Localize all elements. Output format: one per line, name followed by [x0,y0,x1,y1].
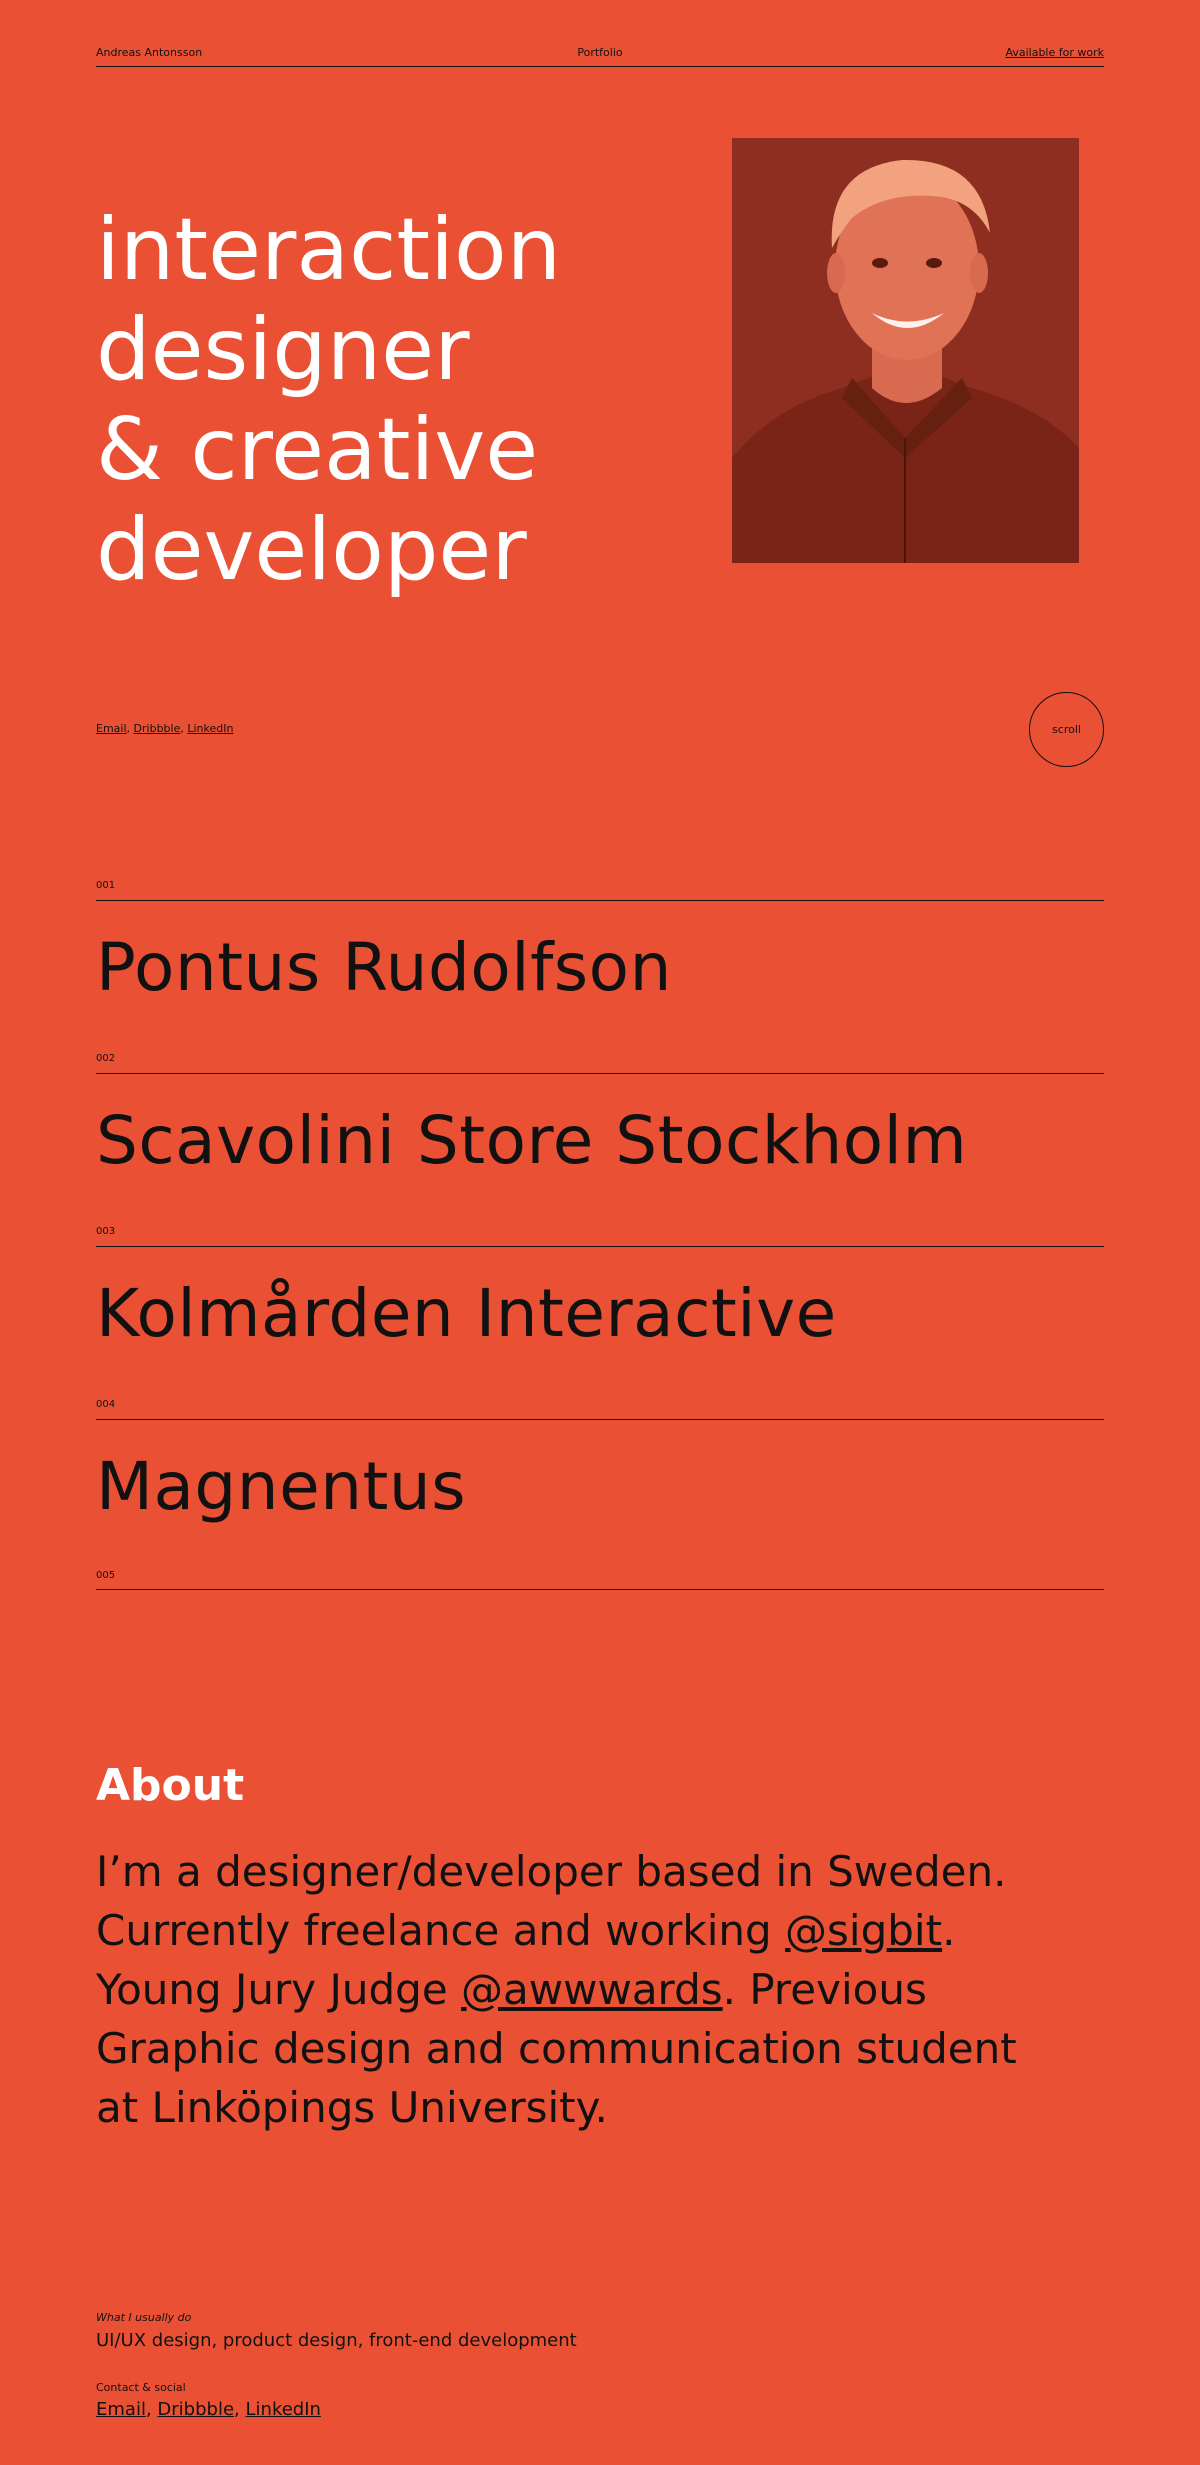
contact-label: Contact & social [96,2381,186,2394]
divider [96,1419,1104,1420]
separator: , [234,2399,240,2420]
project-item[interactable]: 003 Kolmården Interactive [96,1222,1104,1395]
scroll-button[interactable]: scroll [1029,692,1104,767]
projects-end: 005 [96,1570,1104,1590]
project-number: 001 [96,880,116,891]
top-bar: Andreas Antonsson Portfolio Available fo… [96,46,1104,67]
hero-line: interaction [96,200,562,300]
email-link[interactable]: Email [96,2399,146,2420]
project-item[interactable]: 001 Pontus Rudolfson [96,876,1104,1049]
person-photo-icon [732,138,1079,563]
project-title[interactable]: Pontus Rudolfson [96,928,672,1008]
social-links: Email, Dribbble, LinkedIn [96,722,233,735]
divider [96,900,1104,901]
project-title[interactable]: Kolmården Interactive [96,1274,837,1354]
about-heading: About [96,1760,245,1811]
scroll-label: scroll [1052,723,1081,736]
available-for-work-link[interactable]: Available for work [1005,46,1104,59]
hero-line: designer [96,300,470,400]
projects-list: 001 Pontus Rudolfson 002 Scavolini Store… [96,876,1104,1568]
awwwards-link[interactable]: @awwwards [461,1965,723,2014]
sigbit-link[interactable]: @sigbit [785,1906,942,1955]
separator: , [145,2399,152,2420]
nav-portfolio[interactable]: Portfolio [577,46,622,59]
divider [96,1246,1104,1247]
divider [96,1589,1104,1590]
divider [96,1073,1104,1074]
hero-line: & creative [96,400,539,500]
separator: , [126,722,131,735]
project-number: 004 [96,1399,116,1410]
separator: , [180,722,184,735]
site-owner-name[interactable]: Andreas Antonsson [96,46,202,59]
project-item[interactable]: 004 Magnentus [96,1395,1104,1568]
dribbble-link[interactable]: Dribbble [134,722,181,735]
hero-line: developer [96,500,527,600]
what-i-do-value: UI/UX design, product design, front-end … [96,2330,577,2351]
project-title[interactable]: Scavolini Store Stockholm [96,1101,967,1181]
project-number: 002 [96,1053,116,1064]
project-number: 003 [96,1226,116,1237]
hero-title: interaction designer & creative develope… [96,200,561,600]
about-text: I’m a designer/developer based in Sweden… [96,1842,1036,2137]
dribbble-link[interactable]: Dribbble [157,2399,234,2420]
portrait-photo [732,138,1079,563]
project-item[interactable]: 002 Scavolini Store Stockholm [96,1049,1104,1222]
linkedin-link[interactable]: LinkedIn [246,2399,321,2420]
contact-links: Email, Dribbble, LinkedIn [96,2399,321,2420]
linkedin-link[interactable]: LinkedIn [187,722,233,735]
project-number: 005 [96,1570,116,1581]
project-title[interactable]: Magnentus [96,1447,466,1527]
email-link[interactable]: Email [96,722,127,735]
what-i-do-label: What I usually do [96,2311,192,2324]
